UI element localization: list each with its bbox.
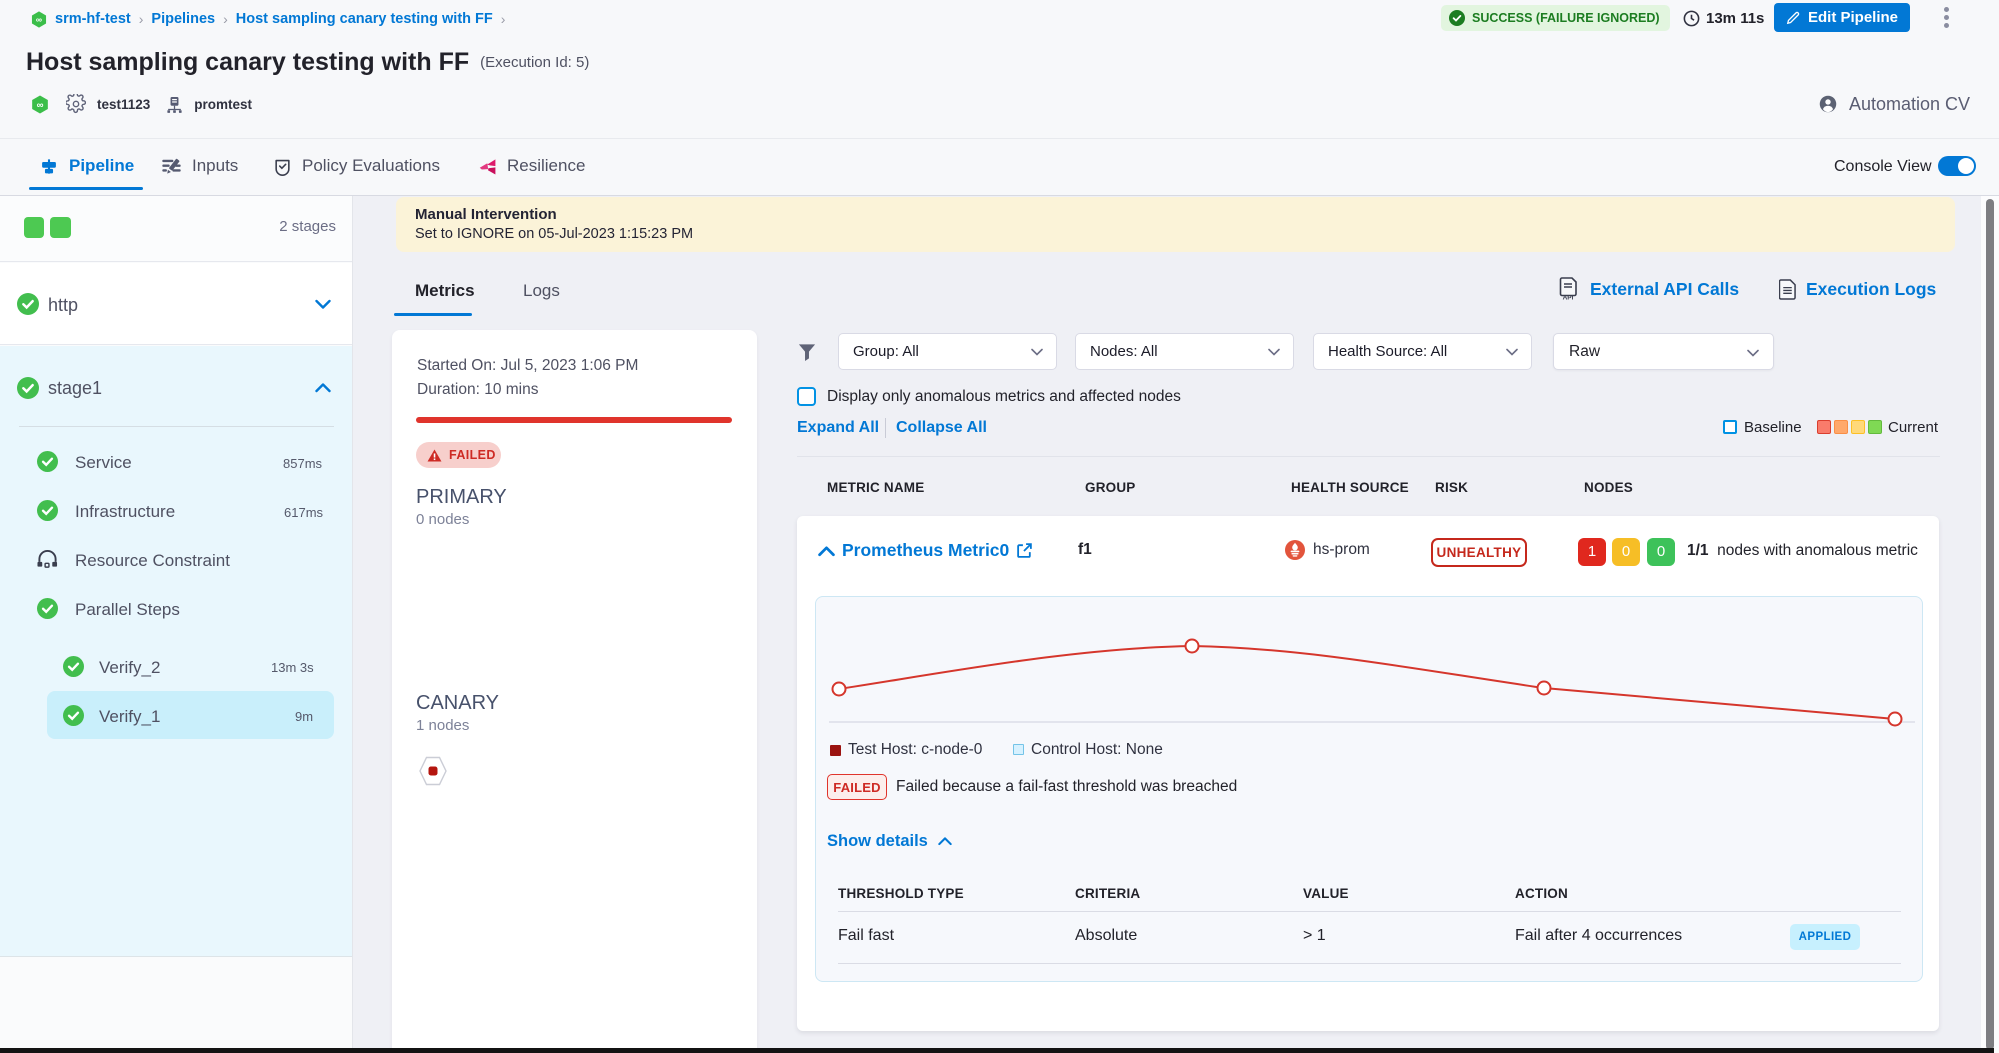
- svg-text:∞: ∞: [37, 100, 44, 111]
- svg-text:∞: ∞: [36, 14, 42, 24]
- svg-text:API: API: [1563, 295, 1574, 302]
